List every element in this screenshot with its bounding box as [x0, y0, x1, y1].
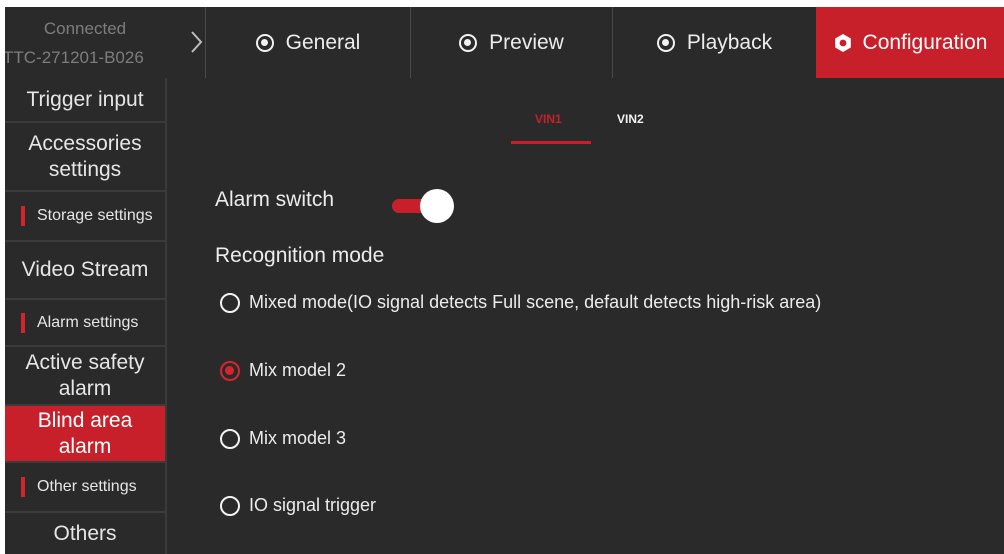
- record-icon: [656, 33, 675, 52]
- device-id: TTC-271201-B026: [5, 48, 144, 67]
- sidebar-item-trigger-input[interactable]: Trigger input: [5, 78, 165, 123]
- alarm-switch-toggle[interactable]: [390, 189, 456, 223]
- sidebar-item-label: Alarm settings: [37, 313, 139, 331]
- sidebar-item-label: Storage settings: [37, 207, 153, 224]
- tab-preview[interactable]: Preview: [411, 7, 612, 78]
- tab-label: Playback: [686, 30, 773, 54]
- radio-option-label: Mix model 3: [249, 428, 347, 448]
- sidebar-item-label: Trigger input: [26, 87, 144, 111]
- sidebar: Trigger input Accessories settings Stora…: [5, 78, 167, 554]
- sidebar-item-label: Accessories settings: [28, 131, 142, 181]
- sidebar-item-label: Other settings: [37, 478, 137, 495]
- sidebar-item-others[interactable]: Others: [5, 513, 165, 554]
- radio-option-mix-model-3[interactable]: Mix model 3: [220, 428, 346, 449]
- record-icon: [459, 33, 478, 52]
- tab-vin2[interactable]: VIN2: [617, 112, 644, 126]
- radio-button[interactable]: [220, 428, 240, 449]
- radio-option-mix-model-2[interactable]: Mix model 2: [220, 360, 346, 381]
- recognition-mode-label: Recognition mode: [215, 244, 385, 267]
- radio-option-label: Mix model 2: [249, 360, 347, 380]
- radio-button[interactable]: [220, 360, 240, 381]
- sidebar-section-storage-settings[interactable]: Storage settings: [5, 192, 165, 242]
- sidebar-item-accessories-settings[interactable]: Accessories settings: [5, 123, 165, 192]
- tab-vin1[interactable]: VIN1: [535, 112, 562, 126]
- tab-label: Configuration: [862, 30, 988, 54]
- sidebar-item-label: Others: [53, 521, 117, 545]
- sidebar-section-other-settings[interactable]: Other settings: [5, 463, 165, 513]
- alarm-switch-label: Alarm switch: [215, 188, 335, 211]
- tab-configuration[interactable]: Configuration: [816, 7, 1004, 78]
- toggle-knob: [420, 189, 454, 223]
- connection-status: Connected: [43, 19, 127, 38]
- radio-option-label: Mixed mode(IO signal detects Full scene,…: [249, 292, 822, 312]
- tab-label: Preview: [489, 30, 564, 54]
- sidebar-item-label: Blind area alarm: [37, 408, 133, 458]
- chevron-right-icon[interactable]: [185, 29, 207, 55]
- tab-label: General: [285, 30, 361, 54]
- radio-option-label: IO signal trigger: [249, 495, 377, 515]
- section-marker: [21, 206, 25, 226]
- record-icon: [255, 33, 274, 52]
- radio-button[interactable]: [220, 495, 240, 516]
- radio-option-io-signal-trigger[interactable]: IO signal trigger: [220, 495, 376, 516]
- sidebar-item-label: Video Stream: [21, 258, 149, 281]
- tab-playback[interactable]: Playback: [613, 7, 816, 78]
- radio-button[interactable]: [220, 292, 240, 313]
- sidebar-item-video-stream[interactable]: Video Stream: [5, 242, 165, 300]
- radio-option-mixed-mode[interactable]: Mixed mode(IO signal detects Full scene,…: [220, 292, 821, 313]
- gear-icon: [834, 33, 851, 52]
- sidebar-section-alarm-settings[interactable]: Alarm settings: [5, 300, 165, 347]
- device-info: Connected TTC-271201-B026: [5, 7, 165, 78]
- top-bar: Connected TTC-271201-B026 General Previe…: [5, 7, 1004, 78]
- section-marker: [21, 312, 25, 333]
- active-tab-underline: [511, 141, 591, 144]
- tab-general[interactable]: General: [206, 7, 410, 78]
- sidebar-item-label: Active safety alarm: [25, 350, 145, 400]
- app-window: Connected TTC-271201-B026 General Previe…: [5, 7, 1004, 554]
- sidebar-item-blind-area-alarm[interactable]: Blind area alarm: [5, 406, 165, 463]
- sidebar-item-active-safety-alarm[interactable]: Active safety alarm: [5, 347, 165, 406]
- section-marker: [21, 477, 25, 497]
